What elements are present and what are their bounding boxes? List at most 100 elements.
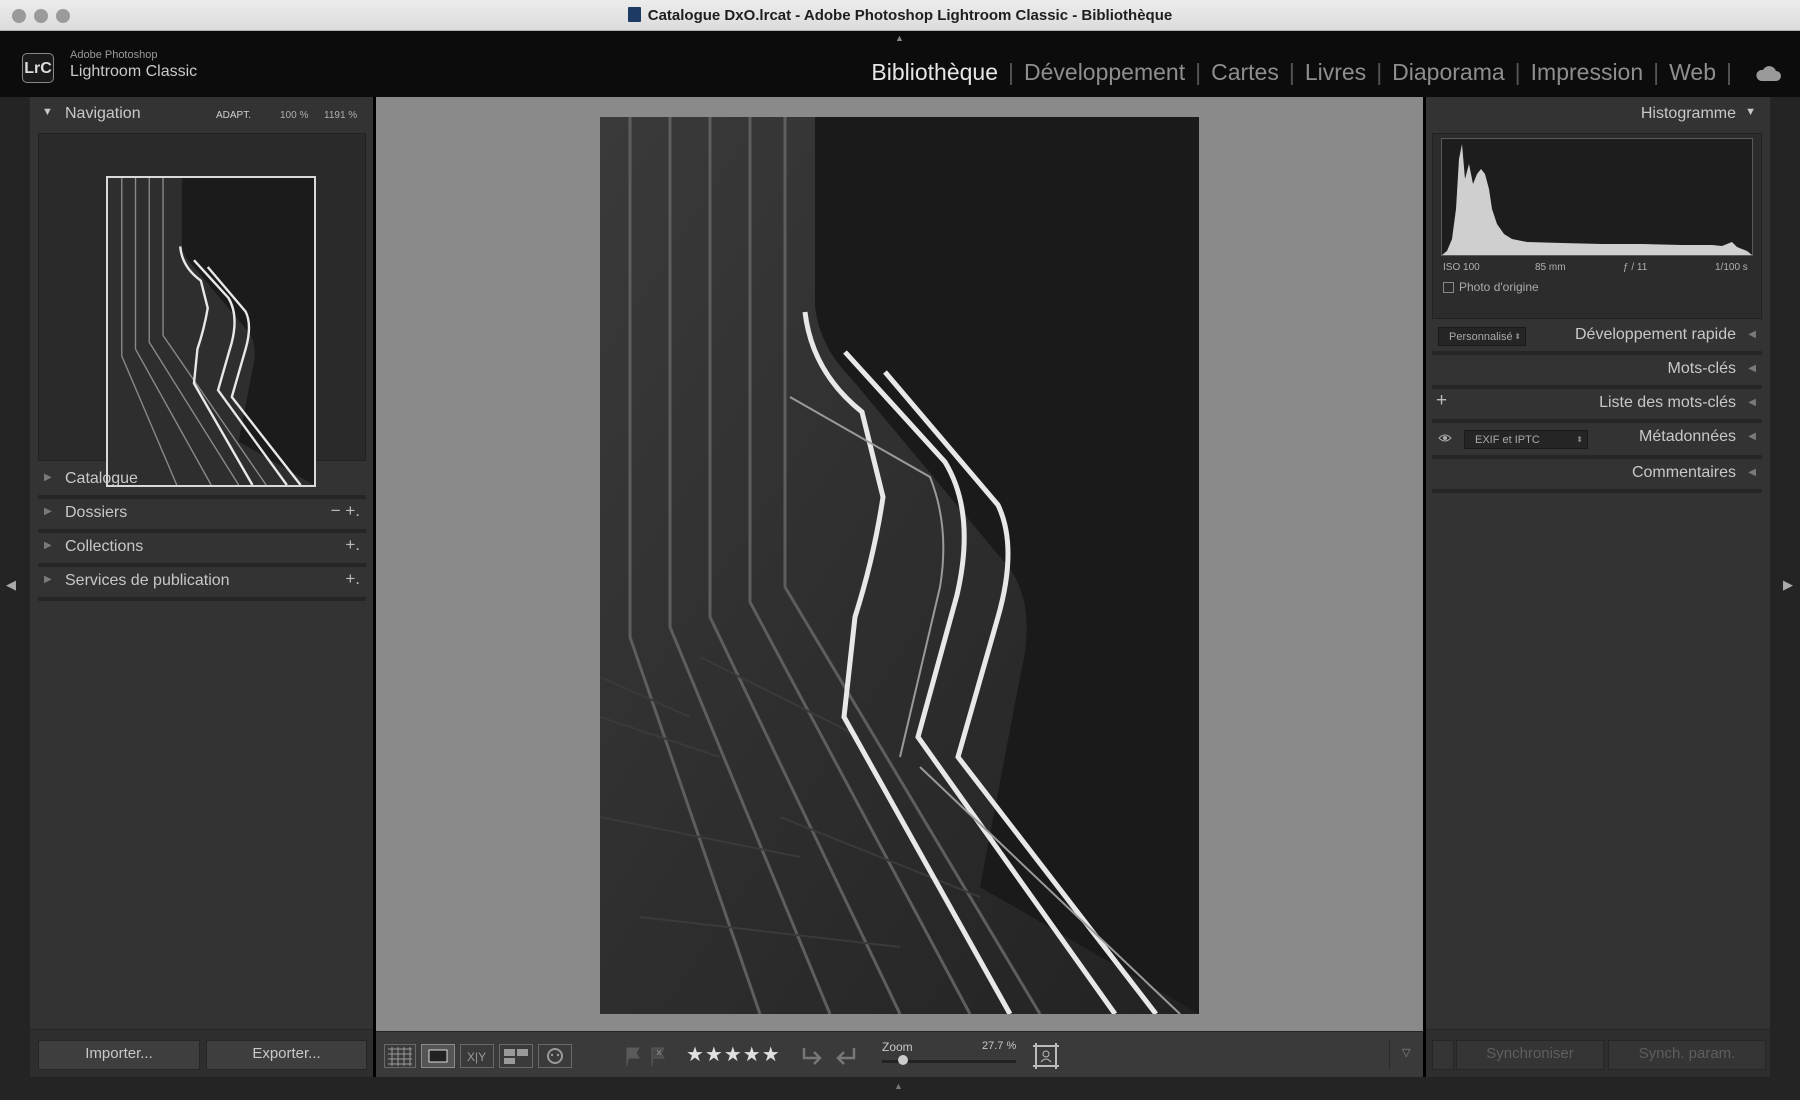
aperture-value: ƒ / 11 [1623,262,1648,273]
import-button[interactable]: Importer... [38,1040,200,1070]
left-panel-toggle-icon[interactable]: ◀ [6,577,16,593]
toolbar-options-menu[interactable]: ▽ [1389,1040,1423,1070]
brand-product: Lightroom Classic [70,63,198,80]
right-panel-toggle-icon[interactable]: ▶ [1783,577,1793,593]
folder-add-remove-buttons[interactable]: − +. [331,501,360,521]
histogram-header[interactable]: Histogramme ▼ [1432,97,1762,133]
filmstrip-bar: ▲ [0,1077,1800,1100]
left-edge-strip: ◀ [0,97,30,1100]
module-separator: | [1288,59,1295,85]
metadata-preset-value: EXIF et IPTC [1475,434,1540,446]
module-separator: | [1195,59,1202,85]
right-panel-footer: Synchroniser Synch. param. [1426,1029,1770,1077]
collapse-triangle-icon: ▼ [42,106,53,118]
window-title-text: Catalogue DxO.lrcat - Adobe Photoshop Li… [647,7,1173,24]
module-tab[interactable]: Web [1669,59,1716,85]
fit-zoom-option[interactable]: ADAPT. [216,110,251,121]
quick-develop-preset-dropdown[interactable]: Personnalisé ⬍ [1438,327,1526,346]
module-separator: | [1726,59,1732,85]
sync-settings-button[interactable]: Synch. param. [1608,1040,1766,1070]
metadata-label: Métadonnées [1639,428,1736,445]
eye-icon[interactable] [1438,433,1452,443]
filmstrip-toggle-icon[interactable]: ▲ [894,1081,903,1091]
collapse-left-icon: ◀ [1748,363,1756,374]
zoom-option-100[interactable]: 100 % [280,110,308,121]
people-view-icon[interactable] [538,1044,572,1068]
navigator-title: Navigation [65,105,141,122]
zoom-label: Zoom [882,1040,913,1054]
keyword-list-label: Liste des mots-clés [1599,394,1736,411]
expand-triangle-icon: ▶ [44,540,52,551]
navigator-preview[interactable] [38,133,366,487]
rotate-left-icon[interactable] [798,1044,826,1068]
module-separator: | [1008,59,1014,85]
cloud-icon[interactable] [1754,64,1782,82]
flag-reject-icon[interactable] [649,1044,667,1068]
module-tab[interactable]: Bibliothèque [871,59,998,85]
module-tab[interactable]: Impression [1531,59,1643,85]
quick-develop-label: Développement rapide [1575,326,1736,343]
rotate-right-icon[interactable] [832,1044,860,1068]
top-panel-toggle-icon[interactable]: ▲ [895,33,904,43]
library-toolbar: X|Y ★★★★★ Zoom 27.7 % ▽ [376,1031,1423,1077]
keyword-list-section[interactable]: + Liste des mots-clés ◀ [1432,389,1762,423]
metadata-section[interactable]: EXIF et IPTC ⬍ Métadonnées ◀ [1432,423,1762,459]
module-tab[interactable]: Livres [1305,59,1366,85]
svg-text:X|Y: X|Y [467,1050,486,1064]
quick-develop-section[interactable]: Personnalisé ⬍ Développement rapide ◀ [1432,321,1762,355]
iso-value: ISO 100 [1443,262,1480,273]
zoom-option-custom[interactable]: 1191 % [324,110,357,121]
main-photo[interactable] [599,117,1199,1016]
expand-triangle-icon: ▶ [44,506,52,517]
add-publish-service-button[interactable]: +. [345,569,360,589]
shutter-speed-value: 1/100 s [1715,262,1748,273]
star-rating[interactable]: ★★★★★ [686,1042,781,1067]
histogram-curve [1442,144,1752,255]
comments-section[interactable]: Commentaires ◀ [1432,459,1762,493]
window-titlebar: Catalogue DxO.lrcat - Adobe Photoshop Li… [0,0,1800,31]
focal-length-value: 85 mm [1535,262,1566,273]
module-separator: | [1653,59,1660,85]
add-keyword-icon[interactable]: + [1436,390,1447,412]
module-separator: | [1376,59,1383,85]
folders-section[interactable]: ▶ Dossiers − +. [38,499,366,533]
navigator-header[interactable]: ▼ Navigation ADAPT. 100 % 1191 % [38,97,366,133]
module-tab[interactable]: Cartes [1211,59,1279,85]
histogram-title: Histogramme [1640,105,1736,122]
module-tab[interactable]: Diaporama [1392,59,1505,85]
original-photo-checkbox[interactable] [1443,282,1454,293]
compare-view-icon[interactable]: X|Y [460,1044,494,1068]
collapse-left-icon: ◀ [1748,467,1756,478]
sync-toggle-switch[interactable] [1432,1040,1454,1070]
navigator-thumbnail[interactable] [106,176,316,487]
loupe-view-icon[interactable] [421,1044,455,1068]
chevron-down-icon: ▽ [1402,1047,1411,1059]
crop-overlay-icon[interactable] [1032,1042,1060,1070]
collections-section[interactable]: ▶ Collections +. [38,533,366,567]
collapse-triangle-icon: ▼ [1745,106,1756,118]
folders-label: Dossiers [65,504,128,521]
right-edge-strip: ▶ [1770,97,1800,1100]
zoom-slider-thumb[interactable] [898,1055,908,1065]
photo-image [599,117,1199,1016]
original-photo-label: Photo d'origine [1459,280,1539,294]
document-icon [627,7,641,22]
add-collection-button[interactable]: +. [345,535,360,555]
zoom-value: 27.7 % [982,1040,1017,1052]
flag-pick-icon[interactable] [624,1044,642,1068]
metadata-preset-dropdown[interactable]: EXIF et IPTC ⬍ [1464,430,1588,449]
keywording-section[interactable]: Mots-clés ◀ [1432,355,1762,389]
quick-develop-preset-value: Personnalisé [1449,331,1513,343]
histogram-graph[interactable] [1441,138,1753,256]
sync-button[interactable]: Synchroniser [1456,1040,1604,1070]
module-tab[interactable]: Développement [1024,59,1185,85]
catalog-section[interactable]: ▶ Catalogue [38,465,366,499]
chevron-updown-icon: ⬍ [1514,332,1521,341]
export-button[interactable]: Exporter... [206,1040,367,1070]
publish-services-section[interactable]: ▶ Services de publication +. [38,567,366,601]
survey-view-icon[interactable] [499,1044,533,1068]
collapse-left-icon: ◀ [1748,431,1756,442]
left-panel: ▼ Navigation ADAPT. 100 % 1191 % ▶ Catal… [30,97,373,1077]
collapse-left-icon: ◀ [1748,329,1756,340]
grid-view-icon[interactable] [384,1044,416,1068]
